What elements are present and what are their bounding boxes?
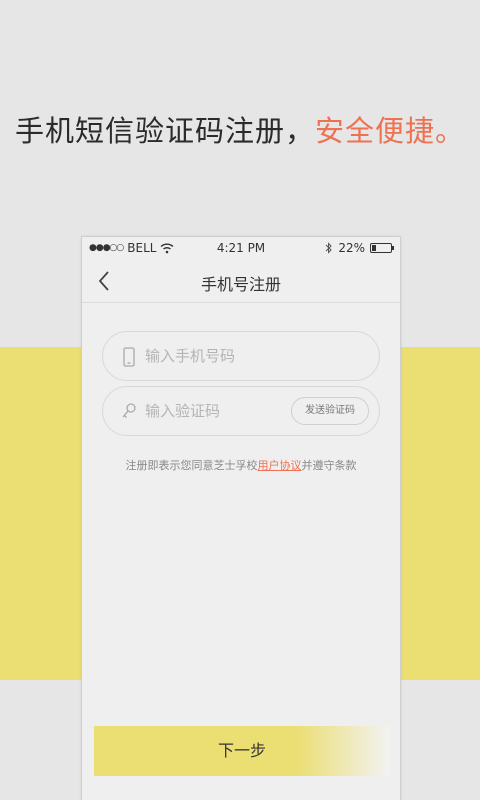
phone-number-input[interactable] (145, 332, 325, 380)
phone-number-field[interactable] (102, 331, 380, 381)
headline-main: 手机短信验证码注册， (14, 114, 315, 148)
next-step-button[interactable]: 下一步 (94, 726, 390, 776)
mobile-phone-icon (123, 347, 135, 367)
battery-icon (370, 243, 394, 253)
status-right: 22% (325, 241, 394, 255)
status-bar: ●●●○○ BELL 4:21 PM 22% (82, 237, 400, 259)
agreement-text: 注册即表示您同意芝士孚校用户协议并遵守条款 (82, 457, 400, 473)
page-title: 手机号注册 (200, 275, 281, 294)
key-icon (122, 403, 136, 418)
battery-percent: 22% (338, 241, 365, 255)
verification-code-field[interactable]: 发送验证码 (102, 386, 380, 436)
headline: 手机短信验证码注册，安全便捷。 (0, 108, 480, 150)
agreement-before: 注册即表示您同意芝士孚校 (125, 459, 258, 472)
battery-fill (372, 245, 376, 251)
send-code-button[interactable]: 发送验证码 (291, 397, 369, 425)
agreement-after: 并遵守条款 (301, 459, 357, 472)
bluetooth-icon (325, 242, 333, 254)
phone-mockup: ●●●○○ BELL 4:21 PM 22% 手机号注册 输入手机号码 输入验证… (81, 236, 401, 800)
nav-bar: 手机号注册 (82, 259, 400, 303)
headline-accent: 安全便捷。 (315, 114, 466, 148)
user-agreement-link[interactable]: 用户协议 (258, 459, 302, 472)
